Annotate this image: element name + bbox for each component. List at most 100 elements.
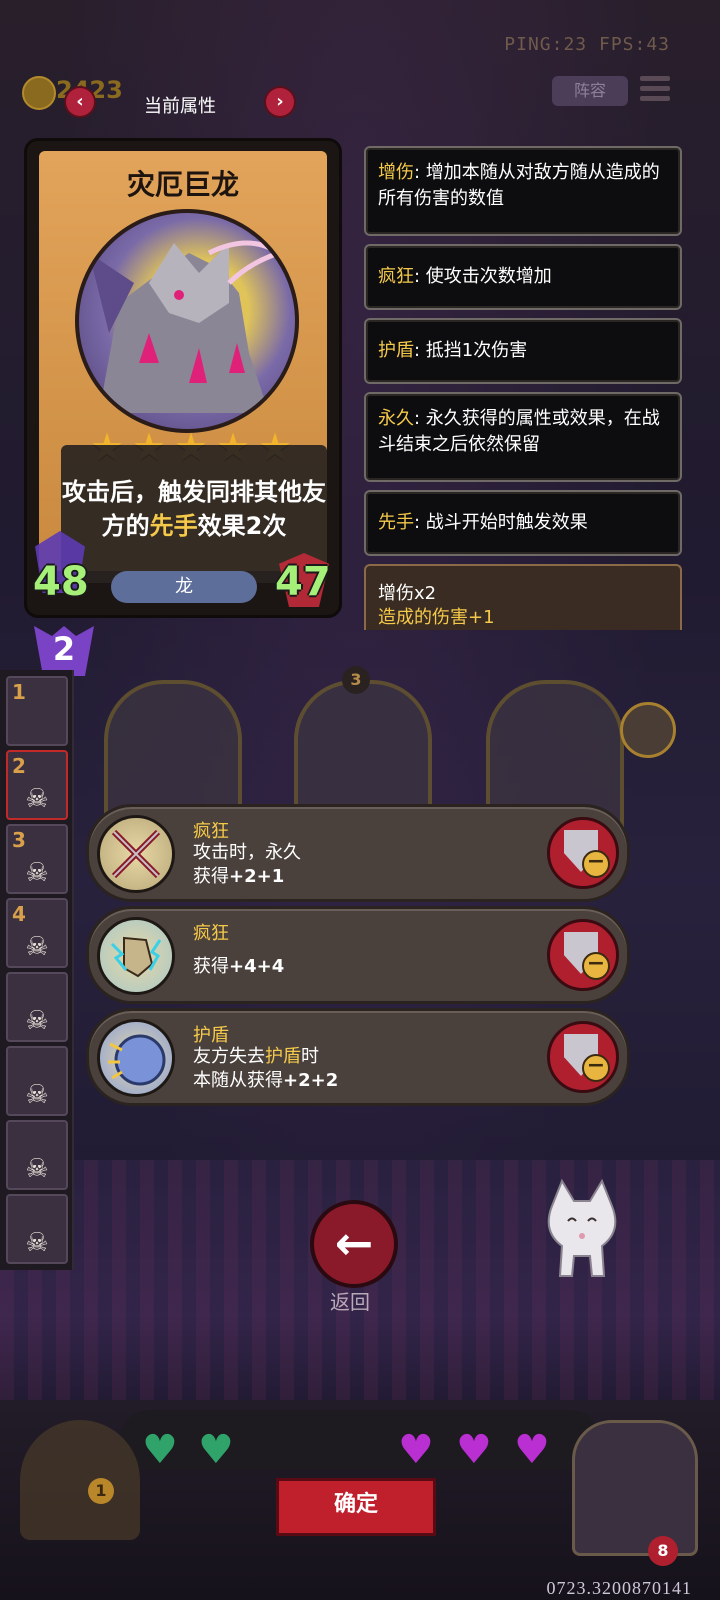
keyword-name: 增伤 <box>378 162 414 183</box>
card-name: 灾厄巨龙 <box>126 168 239 201</box>
team-slot[interactable]: 3 ☠ <box>6 824 68 894</box>
attack-value: 48 <box>33 559 89 605</box>
lightning-fist-icon <box>97 917 175 995</box>
dragon-art <box>89 240 285 413</box>
keyword-text: : 永久获得的属性或效果，在战斗结束之后依然保留 <box>378 408 660 455</box>
skull-icon: ☠ <box>25 1080 49 1110</box>
buff-summary: 增伤x2 造成的伤害+1 <box>364 564 682 630</box>
health-value: 47 <box>275 559 331 605</box>
slot-number: 3 <box>12 828 26 852</box>
team-slot[interactable]: ☠ <box>6 1046 68 1116</box>
card-description: 攻击后，触发同排其他友方的先手效果2次 <box>61 475 327 543</box>
minus-icon: − <box>582 1054 610 1082</box>
dragon-portrait <box>75 209 299 433</box>
skull-icon: ☠ <box>25 932 49 962</box>
keyword-name: 护盾 <box>378 340 414 361</box>
back-label: 返回 <box>330 1290 370 1314</box>
team-slot[interactable]: 1 <box>6 676 68 746</box>
card-frame: 灾厄巨龙 ★ ★ ★ ★ ★ 攻击后，触发同排其他友方的先手效果2次 <box>39 151 327 583</box>
effect-line2-prefix: 本随从获得 <box>193 1070 283 1091</box>
team-slot[interactable]: ☠ <box>6 1194 68 1264</box>
tier-number: 2 <box>52 630 76 668</box>
effect-line2-prefix: 获得 <box>193 866 229 887</box>
effect-value: +2+2 <box>283 1070 339 1091</box>
next-page-button[interactable]: › <box>266 88 294 116</box>
remove-effect-button[interactable]: − <box>547 817 619 889</box>
effect-description: 攻击时，永久 获得+2+1 <box>193 841 301 889</box>
team-slot[interactable]: ☠ <box>6 1120 68 1190</box>
build-id: 0723.3200870141 <box>546 1578 692 1598</box>
team-slot[interactable]: 2 ☠ <box>6 750 68 820</box>
shield-orb-icon <box>97 1019 175 1097</box>
desc-keyword: 先手 <box>149 512 198 540</box>
effect-name: 疯狂 <box>193 821 229 842</box>
hero-count: 8 <box>648 1536 678 1566</box>
effect-value: +4+4 <box>229 956 285 977</box>
page-title: 当前属性 <box>144 96 216 117</box>
skull-icon: ☠ <box>25 1228 49 1258</box>
effect-line1-prefix: 友方失去 <box>193 1046 265 1067</box>
effect-row: 护盾 友方失去护盾时 本随从获得+2+2 − <box>86 1008 630 1106</box>
barrel-count: 1 <box>88 1478 114 1504</box>
minion-card: 灾厄巨龙 ★ ★ ★ ★ ★ 攻击后，触发同排其他友方的先手效果2次 48 龙 <box>24 138 342 618</box>
effect-line1-suffix: 时 <box>301 1046 319 1067</box>
slot-number: 4 <box>12 902 26 926</box>
board-slot-number: 3 <box>342 666 370 694</box>
effect-name: 护盾 <box>193 1025 229 1046</box>
minus-icon: − <box>582 952 610 980</box>
effect-line2-prefix: 获得 <box>193 956 229 977</box>
team-rail: 1 2 ☠ 3 ☠ 4 ☠ ☠ ☠ ☠ ☠ <box>0 670 74 1270</box>
menu-icon[interactable] <box>640 76 670 104</box>
keyword-text: : 抵挡1次伤害 <box>414 340 528 361</box>
buff-line1: 增伤x2 <box>378 583 437 604</box>
purple-heart-icon: ♥ <box>514 1427 550 1473</box>
team-slot[interactable]: ☠ <box>6 972 68 1042</box>
hero-portrait[interactable] <box>572 1420 698 1556</box>
team-slot[interactable]: 4 ☠ <box>6 898 68 968</box>
green-heart-icon: ♥ <box>142 1427 178 1473</box>
keyword-entry: 护盾: 抵挡1次伤害 <box>364 318 682 384</box>
ping-fps-readout: PING:23 FPS:43 <box>504 34 670 55</box>
effect-row: 疯狂 获得+4+4 − <box>86 906 630 1004</box>
minus-icon: − <box>582 850 610 878</box>
green-heart-icon: ♥ <box>198 1427 234 1473</box>
lineup-button[interactable]: 阵容 <box>552 76 628 106</box>
slot-number: 2 <box>12 754 26 778</box>
skull-icon: ☠ <box>25 784 49 814</box>
effect-value: +2+1 <box>229 866 285 887</box>
tribe-tag: 龙 <box>111 571 257 603</box>
prev-page-button[interactable]: ‹ <box>66 88 94 116</box>
desc-part2: 效果2次 <box>197 512 287 540</box>
effect-description: 友方失去护盾时 本随从获得+2+2 <box>193 1045 338 1093</box>
remove-effect-button[interactable]: − <box>547 919 619 991</box>
barrel-icon[interactable] <box>20 1420 140 1540</box>
skull-icon: ☠ <box>25 1154 49 1184</box>
keyword-text: : 使攻击次数增加 <box>414 266 552 287</box>
back-arrow-icon: ← <box>334 1216 374 1270</box>
slot-number: 1 <box>12 680 26 704</box>
remove-effect-button[interactable]: − <box>547 1021 619 1093</box>
effect-line1: 攻击时，永久 <box>193 842 301 863</box>
keyword-entry: 先手: 战斗开始时触发效果 <box>364 490 682 556</box>
crossed-swords-icon <box>97 815 175 893</box>
keyword-name: 先手 <box>378 512 414 533</box>
keyword-text: : 战斗开始时触发效果 <box>414 512 588 533</box>
keyword-entry: 疯狂: 使攻击次数增加 <box>364 244 682 310</box>
skull-icon: ☠ <box>25 1006 49 1036</box>
purple-heart-icon: ♥ <box>398 1427 434 1473</box>
coin-icon <box>22 76 56 110</box>
keyword-entry: 永久: 永久获得的属性或效果，在战斗结束之后依然保留 <box>364 392 682 482</box>
cat-mascot <box>547 1178 617 1277</box>
effect-name: 疯狂 <box>193 923 229 944</box>
buff-line2: 造成的伤害+1 <box>378 607 495 628</box>
skull-icon: ☠ <box>25 858 49 888</box>
back-button[interactable]: ← <box>310 1200 398 1288</box>
keyword-name: 永久 <box>378 408 414 429</box>
confirm-button[interactable]: 确定 <box>276 1478 436 1536</box>
effect-row: 疯狂 攻击时，永久 获得+2+1 − <box>86 804 630 902</box>
purple-heart-icon: ♥ <box>456 1427 492 1473</box>
keyword-text: : 增加本随从对敌方随从造成的所有伤害的数值 <box>378 162 660 209</box>
keyword-name: 疯狂 <box>378 266 414 287</box>
ability-icon[interactable] <box>620 702 676 758</box>
effect-description: 获得+4+4 <box>193 955 284 979</box>
